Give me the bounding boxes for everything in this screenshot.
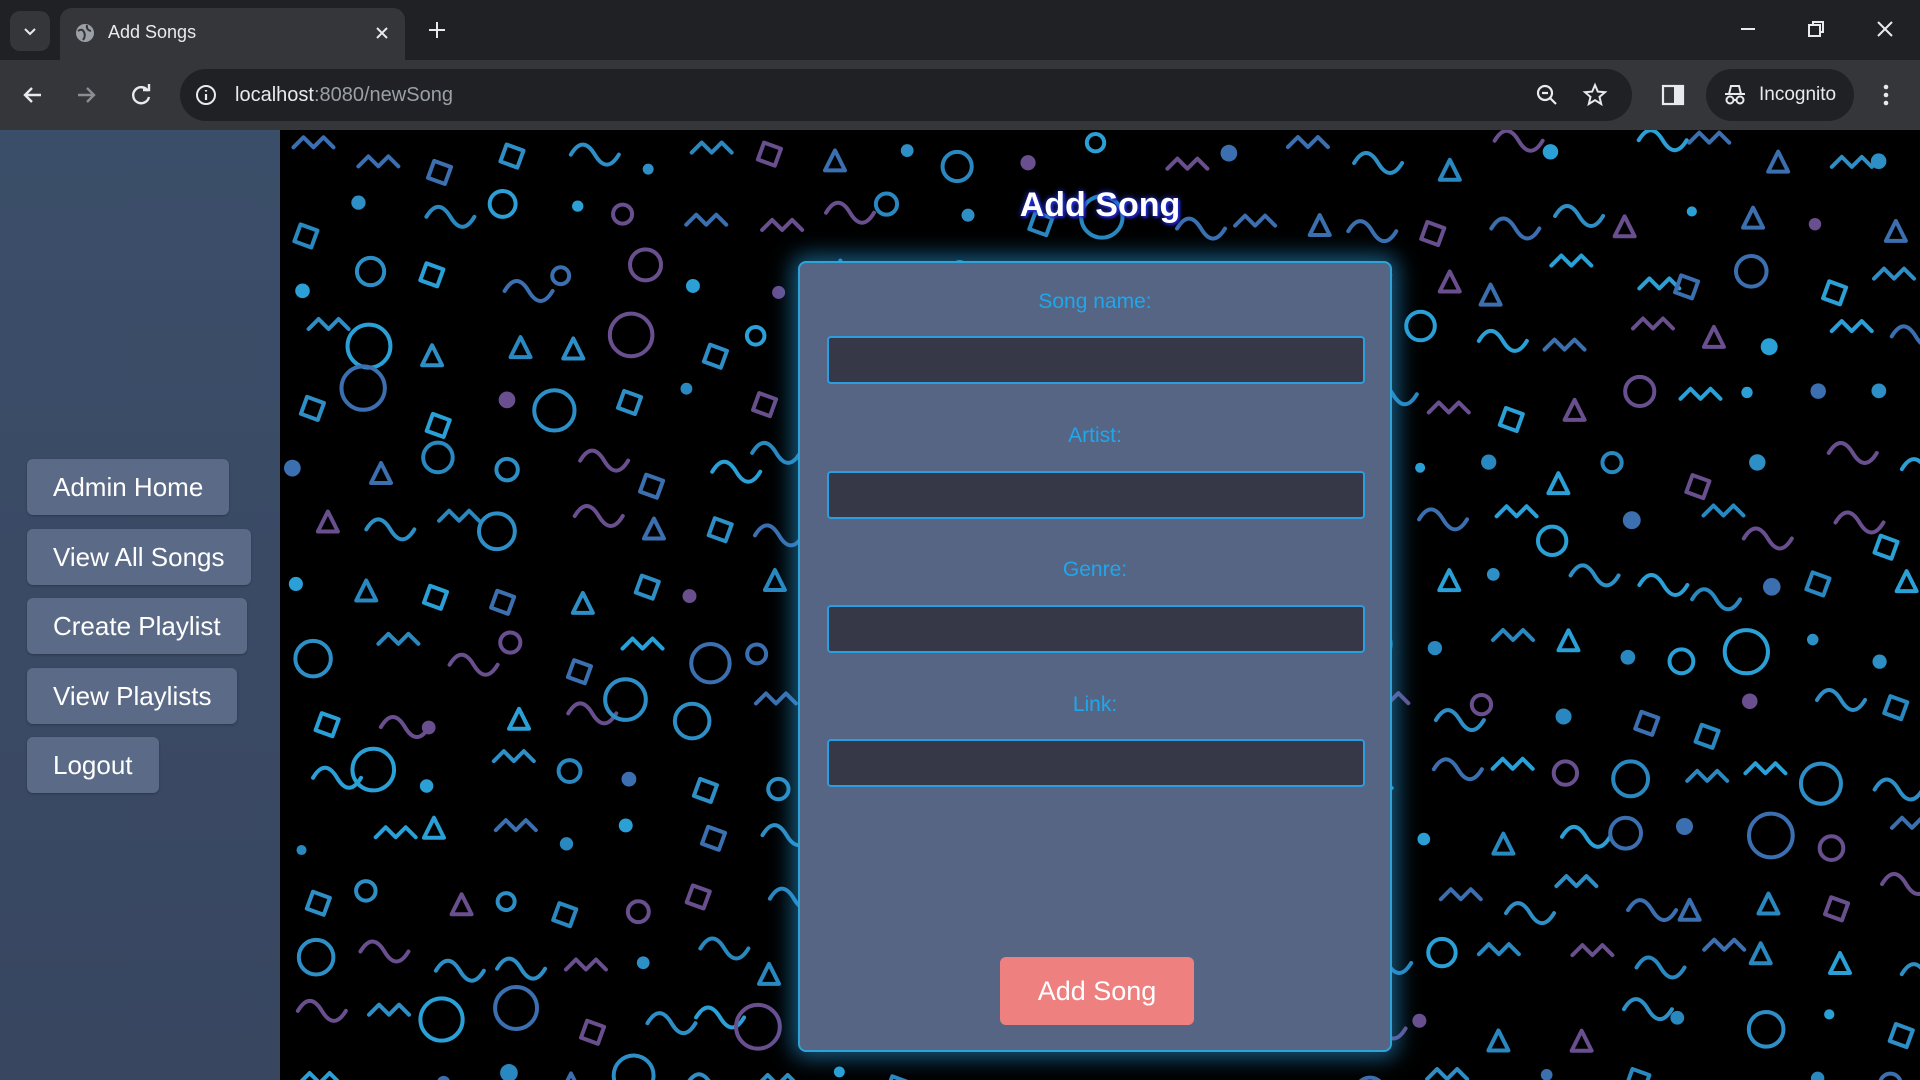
sidebar-item-logout[interactable]: Logout (27, 737, 159, 793)
forward-arrow-icon[interactable] (73, 82, 99, 108)
chevron-down-icon (24, 28, 36, 36)
url-path: :8080/newSong (313, 84, 453, 106)
more-menu-icon[interactable] (1876, 82, 1896, 108)
minimize-icon[interactable] (1737, 18, 1759, 40)
page-title: Add Song (1019, 186, 1181, 224)
reload-icon[interactable] (128, 82, 154, 108)
tab-search-button[interactable] (10, 11, 50, 51)
sidebar: Admin Home View All Songs Create Playlis… (0, 130, 280, 1080)
url-host: localhost (235, 84, 314, 106)
artist-label: Artist: (1068, 424, 1122, 447)
incognito-indicator[interactable]: Incognito (1706, 69, 1854, 121)
add-song-button[interactable]: Add Song (1000, 957, 1194, 1025)
url-text: localhost:8080/newSong (235, 84, 453, 107)
link-input[interactable] (827, 739, 1365, 787)
close-icon[interactable] (373, 24, 391, 42)
song-name-input[interactable] (827, 336, 1365, 384)
browser-tab[interactable]: Add Songs (60, 8, 405, 60)
globe-icon (76, 24, 94, 42)
sidebar-item-admin-home[interactable]: Admin Home (27, 459, 230, 515)
genre-label: Genre: (1062, 558, 1128, 581)
add-song-form: Song name: Artist: Genre: Link: Add Song (798, 261, 1392, 1052)
browser-toolbar: localhost:8080/newSong Incognito (0, 60, 1920, 130)
sidebar-item-create-playlist[interactable]: Create Playlist (27, 598, 247, 654)
sidebar-item-view-all-songs[interactable]: View All Songs (27, 529, 251, 585)
genre-input[interactable] (827, 605, 1365, 653)
site-info-icon[interactable] (194, 83, 218, 107)
zoom-icon[interactable] (1534, 82, 1560, 108)
bookmark-star-icon[interactable] (1582, 82, 1608, 108)
sidebar-item-view-playlists[interactable]: View Playlists (27, 668, 238, 724)
back-arrow-icon[interactable] (20, 82, 46, 108)
new-tab-plus-icon[interactable] (425, 18, 449, 42)
close-window-icon[interactable] (1874, 18, 1896, 40)
side-panel-icon[interactable] (1660, 82, 1686, 108)
artist-input[interactable] (827, 471, 1365, 519)
tab-title: Add Songs (108, 22, 197, 42)
link-label: Link: (1072, 693, 1118, 716)
restore-icon[interactable] (1805, 18, 1827, 40)
browser-tab-bar: Add Songs (0, 0, 1920, 60)
incognito-label: Incognito (1759, 84, 1837, 105)
address-bar[interactable]: localhost:8080/newSong (180, 69, 1632, 121)
incognito-icon (1725, 85, 1745, 105)
song-name-label: Song name: (1038, 290, 1152, 313)
page-viewport: Admin Home View All Songs Create Playlis… (0, 130, 1920, 1080)
